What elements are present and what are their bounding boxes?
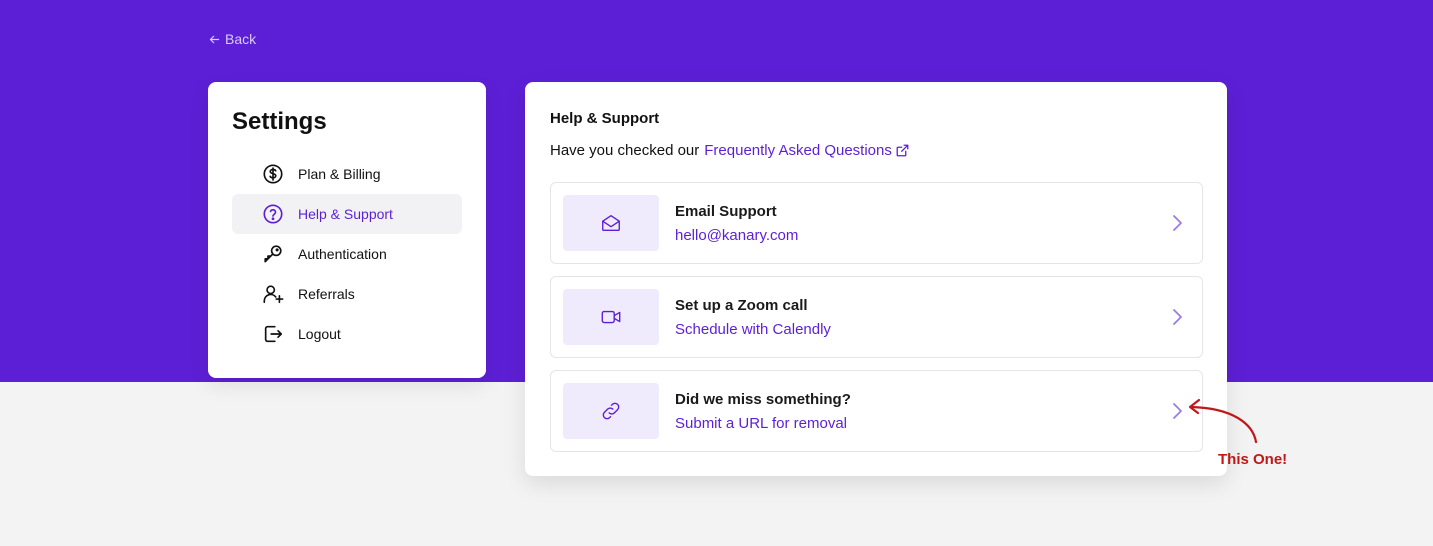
nav-item-plan-billing[interactable]: Plan & Billing bbox=[232, 154, 462, 194]
faq-link[interactable]: Frequently Asked Questions bbox=[704, 142, 909, 159]
zoom-call-option[interactable]: Set up a Zoom call Schedule with Calendl… bbox=[550, 276, 1203, 358]
faq-link-label: Frequently Asked Questions bbox=[704, 142, 892, 159]
nav-label: Plan & Billing bbox=[298, 166, 381, 182]
nav-item-referrals[interactable]: Referrals bbox=[232, 274, 462, 314]
nav-label: Referrals bbox=[298, 286, 355, 302]
icon-box bbox=[563, 383, 659, 439]
option-title: Set up a Zoom call bbox=[675, 297, 808, 314]
help-support-card: Help & Support Have you checked our Freq… bbox=[525, 82, 1227, 476]
icon-box bbox=[563, 289, 659, 345]
envelope-open-icon bbox=[602, 214, 620, 232]
video-camera-icon bbox=[601, 310, 621, 324]
nav-label: Authentication bbox=[298, 246, 387, 262]
chevron-right-icon bbox=[1173, 309, 1182, 325]
icon-box bbox=[563, 195, 659, 251]
settings-card: Settings Plan & Billing Help & Support A… bbox=[208, 82, 486, 378]
back-link[interactable]: Back bbox=[208, 31, 256, 47]
submit-url-option[interactable]: Did we miss something? Submit a URL for … bbox=[550, 370, 1203, 452]
nav-label: Logout bbox=[298, 326, 341, 342]
key-icon bbox=[262, 243, 284, 265]
user-plus-icon bbox=[262, 283, 284, 305]
email-support-option[interactable]: Email Support hello@kanary.com bbox=[550, 182, 1203, 264]
section-title: Help & Support bbox=[550, 110, 660, 127]
dollar-circle-icon bbox=[262, 163, 284, 185]
option-subtitle: Submit a URL for removal bbox=[675, 415, 848, 432]
faq-prefix: Have you checked our bbox=[550, 142, 700, 159]
logout-icon bbox=[262, 323, 284, 345]
arrow-left-icon bbox=[209, 35, 220, 43]
chevron-right-icon bbox=[1173, 215, 1182, 231]
annotation-arrow-icon bbox=[1188, 398, 1258, 444]
option-title: Did we miss something? bbox=[675, 391, 851, 408]
question-circle-icon bbox=[262, 203, 284, 225]
faq-line: Have you checked our Frequently Asked Qu… bbox=[550, 142, 909, 159]
settings-title: Settings bbox=[232, 108, 327, 135]
nav-item-logout[interactable]: Logout bbox=[232, 314, 462, 354]
chevron-right-icon bbox=[1173, 403, 1182, 419]
nav-item-authentication[interactable]: Authentication bbox=[232, 234, 462, 274]
option-subtitle: Schedule with Calendly bbox=[675, 321, 831, 338]
back-label: Back bbox=[225, 31, 257, 47]
nav-item-help-support[interactable]: Help & Support bbox=[232, 194, 462, 234]
settings-nav: Plan & Billing Help & Support Authentica… bbox=[232, 154, 462, 354]
option-subtitle: hello@kanary.com bbox=[675, 227, 799, 244]
link-icon bbox=[602, 402, 620, 420]
annotation-label: This One! bbox=[1218, 451, 1288, 468]
nav-label: Help & Support bbox=[298, 206, 393, 222]
external-link-icon bbox=[896, 144, 909, 157]
option-title: Email Support bbox=[675, 203, 777, 220]
